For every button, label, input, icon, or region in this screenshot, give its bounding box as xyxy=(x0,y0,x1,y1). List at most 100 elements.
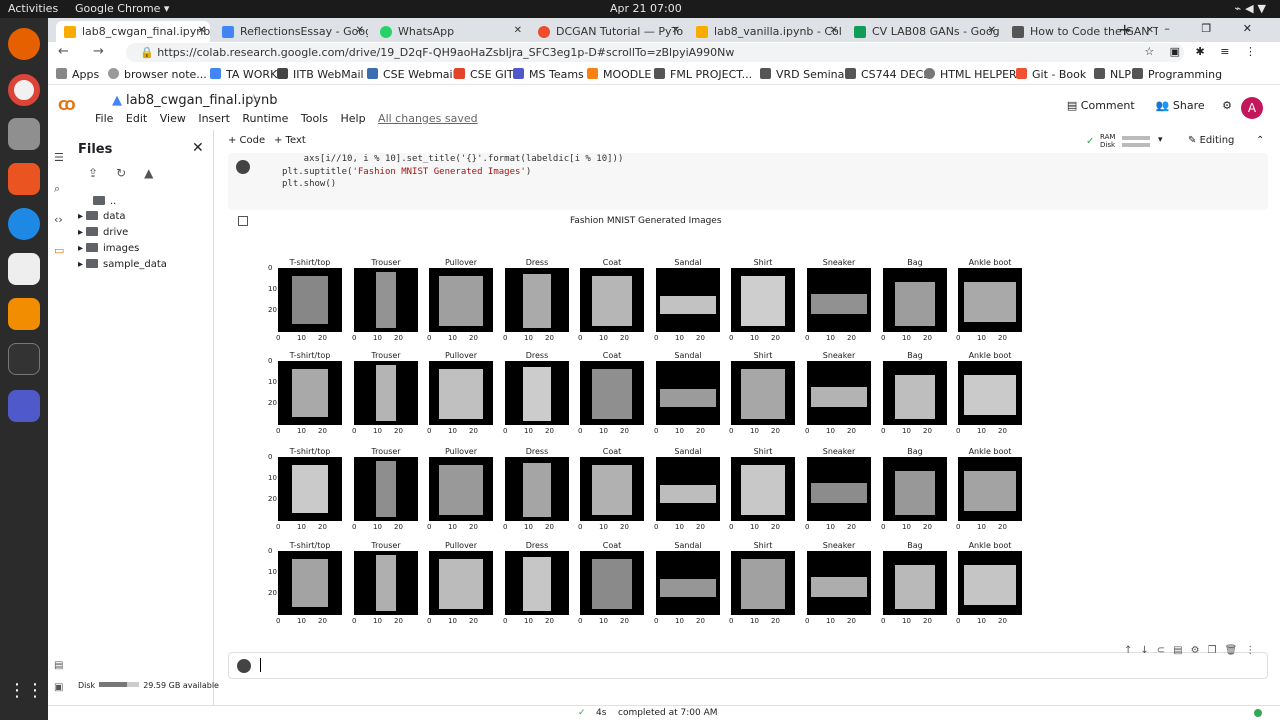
activities-button[interactable]: Activities xyxy=(8,2,58,15)
cell-toolbar: ↑↓⊂▤⚙❐🗑⋮ xyxy=(1124,645,1263,656)
window-controls[interactable]: ⌄ – ❐ ✕ xyxy=(1124,22,1266,35)
bookmark-programming[interactable]: Programming xyxy=(1132,68,1222,81)
refresh-icon[interactable]: ↻ xyxy=(116,166,144,180)
tab-whatsapp[interactable]: WhatsApp ✕ xyxy=(372,21,526,42)
colab-logo[interactable]: CO xyxy=(58,99,76,114)
upload-icon[interactable]: ⇪ xyxy=(88,166,116,180)
x-tick-label: 20 xyxy=(847,427,856,435)
software-icon[interactable] xyxy=(8,163,40,195)
resources-indicator[interactable]: RAM Disk xyxy=(1100,133,1115,149)
subplot-title-wrap: Pullover xyxy=(429,541,493,551)
bookmark-fml-project[interactable]: FML PROJECT... xyxy=(654,68,752,81)
teams-icon[interactable] xyxy=(8,390,40,422)
document-viewer-icon[interactable] xyxy=(8,253,40,285)
bookmark-cse-git[interactable]: CSE GIT xyxy=(454,68,514,81)
add-code-button[interactable]: + Code xyxy=(228,135,265,146)
search-icon[interactable]: ⌕ xyxy=(54,173,70,204)
bookmark-vrd-seminar[interactable]: VRD Seminar xyxy=(760,68,849,81)
menu-file[interactable]: File xyxy=(95,112,113,125)
code-editor[interactable]: axs[i//10, i % 10].set_title('{}'.format… xyxy=(282,153,623,191)
code-cell[interactable]: axs[i//10, i % 10].set_title('{}'.format… xyxy=(228,153,1268,210)
app-menu[interactable]: Google Chrome ▾ xyxy=(75,2,169,15)
move-up-icon[interactable]: ↑ xyxy=(1124,645,1140,656)
close-tab-icon[interactable]: ✕ xyxy=(830,25,838,36)
share-button[interactable]: 👥 Share xyxy=(1156,99,1205,112)
menu-edit[interactable]: Edit xyxy=(126,112,147,125)
generated-image xyxy=(505,268,569,332)
show-apps-icon[interactable]: ⋮⋮⋮ xyxy=(8,680,62,712)
menu-runtime[interactable]: Runtime xyxy=(242,112,288,125)
menu-insert[interactable]: Insert xyxy=(198,112,230,125)
subplot-title: T-shirt/top xyxy=(289,258,331,267)
help-icon[interactable] xyxy=(8,208,40,240)
menu-view[interactable]: View xyxy=(160,112,186,125)
bookmark-html-helper[interactable]: HTML HELPER xyxy=(924,68,1017,81)
tab-lab8-cwgan[interactable]: lab8_cwgan_final.ipynb ✕ xyxy=(56,21,210,42)
mount-drive-icon[interactable]: ▲ xyxy=(144,166,171,180)
bookmark-nlp[interactable]: NLP xyxy=(1094,68,1131,81)
delete-icon[interactable]: 🗑 xyxy=(1225,645,1246,656)
more-icon[interactable]: ⋮ xyxy=(1245,645,1263,656)
bookmark-apps[interactable]: Apps xyxy=(56,68,99,81)
url-field[interactable]: 🔒 https://colab.research.google.com/driv… xyxy=(126,43,1184,62)
tab-title: lab8_vanilla.ipynb - Colab xyxy=(714,25,842,38)
add-text-button[interactable]: + Text xyxy=(274,135,306,146)
editing-mode-button[interactable]: ✎ Editing xyxy=(1188,135,1234,146)
folder-data[interactable]: ▸ data xyxy=(78,211,126,222)
terminal-icon[interactable] xyxy=(8,343,40,375)
terminal-panel-icon[interactable]: ▤ xyxy=(54,660,63,671)
run-cell-button[interactable] xyxy=(237,659,251,673)
tab-lab8-vanilla[interactable]: lab8_vanilla.ipynb - Colab ✕ xyxy=(688,21,842,42)
toc-icon[interactable]: ☰ xyxy=(54,142,70,173)
console-icon[interactable]: ▣ xyxy=(54,682,63,693)
files-icon[interactable]: ▭ xyxy=(54,235,70,266)
settings-icon[interactable]: ⚙ xyxy=(1222,99,1232,112)
bookmark-cs744-decs[interactable]: CS744 DECS xyxy=(845,68,930,81)
link-icon[interactable]: ⊂ xyxy=(1157,645,1173,656)
close-tab-icon[interactable]: ✕ xyxy=(988,25,996,36)
comment-button[interactable]: ▤ Comment xyxy=(1067,99,1135,112)
folder-drive[interactable]: ▸ drive xyxy=(78,227,128,238)
menu-tools[interactable]: Tools xyxy=(301,112,328,125)
bookmark-ta-work[interactable]: TA WORK xyxy=(210,68,277,81)
code-snippets-icon[interactable]: ‹› xyxy=(54,204,70,235)
firefox-icon[interactable] xyxy=(8,28,40,60)
run-cell-button[interactable] xyxy=(236,160,250,174)
tab-reflections-essay[interactable]: ReflectionsEssay - Googl ✕ xyxy=(214,21,368,42)
close-tab-icon[interactable]: ✕ xyxy=(514,25,522,36)
close-tab-icon[interactable]: ✕ xyxy=(672,25,680,36)
menu-help[interactable]: Help xyxy=(340,112,365,125)
system-tray[interactable]: ⌁◀▼ xyxy=(1234,2,1270,15)
parent-folder[interactable]: .. xyxy=(90,196,116,207)
bookmark-git-book[interactable]: Git - Book xyxy=(1016,68,1086,81)
star-icon[interactable]: ☆ xyxy=(248,92,260,107)
collapse-header-icon[interactable]: ⌃ xyxy=(1256,135,1264,146)
runtime-dropdown-icon[interactable]: ▾ xyxy=(1158,135,1163,145)
comment-icon[interactable]: ▤ xyxy=(1173,645,1190,656)
tab-dcgan-tutorial[interactable]: DCGAN Tutorial — PyTor ✕ xyxy=(530,21,684,42)
clock[interactable]: Apr 21 07:00 xyxy=(610,2,682,15)
sublime-text-icon[interactable] xyxy=(8,298,40,330)
close-tab-icon[interactable]: ✕ xyxy=(198,25,206,36)
avatar[interactable]: A xyxy=(1241,97,1263,119)
files-icon[interactable] xyxy=(8,118,40,150)
bookmark-iitb-webmail[interactable]: IITB WebMail xyxy=(277,68,364,81)
bookmark-cse-webmail[interactable]: CSE Webmail xyxy=(367,68,456,81)
bookmark-browser-notes[interactable]: browser note... xyxy=(108,68,207,81)
browser-actions[interactable]: ☆ ▣ ✱ ≡ ⋮ xyxy=(1144,45,1262,58)
close-icon[interactable]: ✕ xyxy=(192,140,204,156)
output-icon[interactable] xyxy=(238,216,248,226)
bookmark-ms-teams[interactable]: MS Teams xyxy=(513,68,584,81)
move-down-icon[interactable]: ↓ xyxy=(1140,645,1156,656)
save-status[interactable]: All changes saved xyxy=(378,112,478,125)
close-tab-icon[interactable]: ✕ xyxy=(356,25,364,36)
chrome-icon[interactable] xyxy=(8,74,40,106)
bookmark-moodle[interactable]: MOODLE xyxy=(587,68,651,81)
folder-sample-data[interactable]: ▸ sample_data xyxy=(78,259,167,270)
x-tick-label: 10 xyxy=(373,617,382,625)
folder-images[interactable]: ▸ images xyxy=(78,243,139,254)
empty-code-cell[interactable] xyxy=(228,652,1268,679)
tab-cv-lab08[interactable]: CV LAB08 GANs - Google ✕ xyxy=(846,21,1000,42)
mirror-cell-icon[interactable]: ❐ xyxy=(1208,645,1225,656)
settings-icon[interactable]: ⚙ xyxy=(1191,645,1208,656)
